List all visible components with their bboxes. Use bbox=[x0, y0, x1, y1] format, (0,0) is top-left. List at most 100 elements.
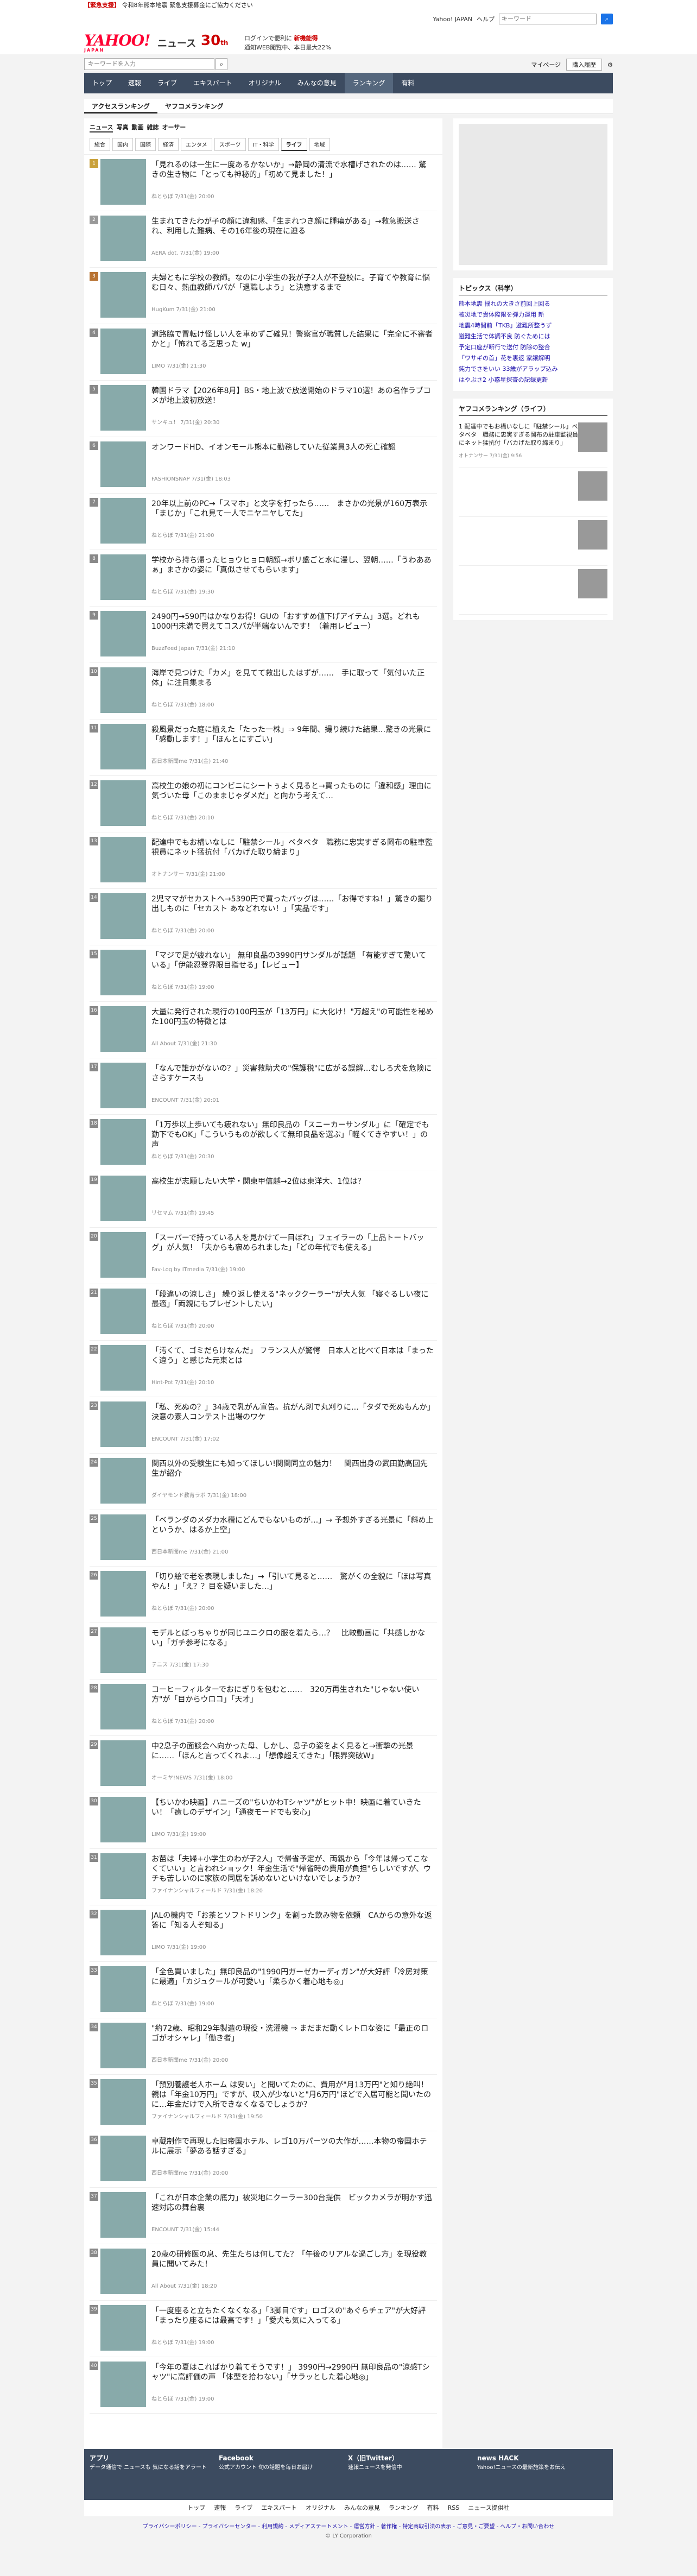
search-icon[interactable]: ⌕ bbox=[216, 58, 227, 70]
footer-nav-item[interactable]: エキスパート bbox=[261, 2500, 297, 2516]
nav-paid[interactable]: 有料 bbox=[393, 73, 422, 93]
footer-nav-item[interactable]: トップ bbox=[187, 2500, 205, 2516]
article-title[interactable]: 2490円→590円はかなりお得！GUの「おすすめ値下げアイテム」3選。どれも1… bbox=[151, 612, 434, 632]
ranking-item[interactable]: 21 「段違いの涼しさ」 繰り返し使える"ネッククーラー"が大人気 「寝ぐるしい夜… bbox=[90, 1284, 437, 1341]
article-title[interactable]: 韓国ドラマ【2026年8月】BS・地上波で放送開始のドラマ10選！あの名作ラブコ… bbox=[151, 386, 434, 406]
tab-category[interactable]: 経済 bbox=[158, 138, 179, 151]
article-title[interactable]: 「今年の夏はこればかり着てそうです！」 3990円→2990円 無印良品の"涼感… bbox=[151, 2363, 434, 2382]
ranking-item[interactable]: 4 道路脇で冒転け怪しい人を車めずご確見！警察官が職質した結果に「完全に不審者かと… bbox=[90, 324, 437, 381]
article-title[interactable]: 高校生が志願したい大学・関東甲信越→2位は東洋大、1位は？ bbox=[151, 1177, 434, 1186]
footer-nav-item[interactable]: ランキング bbox=[389, 2500, 419, 2516]
article-title[interactable]: 殺風景だった庭に植えた「たった一株」⇒ 9年間、撮り続けた結果…驚きの光景に「感… bbox=[151, 725, 434, 744]
article-title[interactable]: コーヒーフィルターでおにぎりを包むと…… 320万再生された"じゃない使い方"が… bbox=[151, 1685, 434, 1704]
emergency-alert[interactable]: 【緊急支援】 令和8年熊本地震 緊急支援募金にご協力ください bbox=[0, 0, 697, 11]
nav-live[interactable]: ライブ bbox=[149, 73, 185, 93]
ranking-item[interactable]: 30 【ちいかわ映画】ハニーズの"ちいかわTシャツ"がヒット中！映画に着ていきたい… bbox=[90, 1792, 437, 1849]
comment-ranking-item[interactable]: 1 配達中でもお構いなしに「駐禁シール」ベタベタ 職務に忠実すぎる岡布の駐車監視… bbox=[459, 419, 607, 468]
tab-category[interactable]: IT・科学 bbox=[248, 138, 279, 151]
header-search-input[interactable] bbox=[499, 14, 597, 24]
tab-comment-ranking[interactable]: ヤフコメランキング bbox=[157, 99, 231, 113]
tab-category-life[interactable]: ライフ bbox=[281, 138, 307, 151]
ranking-item[interactable]: 37 「これが日本企業の底力」被災地にクーラー300台提供 ビックカメラが明かす迅… bbox=[90, 2188, 437, 2244]
topic-link[interactable]: 被災地で貴体際限を弾力運用 新 bbox=[459, 310, 607, 320]
footer-x-link[interactable]: X（旧Twitter） 速報ニュースを発信中 bbox=[348, 2454, 467, 2495]
tab-magazine[interactable]: 雑誌 bbox=[147, 123, 159, 132]
tab-author[interactable]: オーサー bbox=[162, 123, 186, 132]
nav-opinion[interactable]: みんなの意見 bbox=[289, 73, 345, 93]
topic-link[interactable]: 予定口座が断行で送付 防除の整合 bbox=[459, 342, 607, 353]
article-title[interactable]: 「預別養護老人ホーム は安い」と聞いてたのに、費用が"月13万円"と知り絶叫！親… bbox=[151, 2080, 434, 2110]
tab-category[interactable]: 国内 bbox=[112, 138, 133, 151]
news-search-input[interactable] bbox=[84, 58, 214, 70]
article-title[interactable]: 「スーパーで持っている人を見かけて一目ぼれ」フェイラーの「上品トートバッグ」が人… bbox=[151, 1233, 434, 1253]
ranking-item[interactable]: 36 卓蔵制作で再現した旧帝国ホテル、レゴ10万パーツの大作が……本物の帝国ホテル… bbox=[90, 2131, 437, 2188]
article-title[interactable]: 配達中でもお構いなしに「駐禁シール」ベタベタ 職務に忠実すぎる岡布の駐車監視員に… bbox=[151, 838, 434, 857]
ranking-item[interactable]: 27 モデルとぼっちゃりが同じユニクロの服を着たら…？ 比較動画に「共感しかない」… bbox=[90, 1623, 437, 1680]
article-title[interactable]: 20歳の研修医の息、先生たちは何してた？「午後のリアルな過ごし方」を現役教員に聞… bbox=[151, 2250, 434, 2269]
ranking-item[interactable]: 5 韓国ドラマ【2026年8月】BS・地上波で放送開始のドラマ10選！あの名作ラブ… bbox=[90, 381, 437, 437]
nav-ranking[interactable]: ランキング bbox=[344, 73, 394, 93]
ranking-item[interactable]: 13 配達中でもお構いなしに「駐禁シール」ベタベタ 職務に忠実すぎる岡布の駐車監視… bbox=[90, 832, 437, 889]
comment-ranking-item[interactable] bbox=[459, 468, 607, 517]
footer-newshack-link[interactable]: news HACK Yahoo!ニュースの最新施策をお伝え bbox=[477, 2454, 597, 2495]
ranking-item[interactable]: 11 殺風景だった庭に植えた「たった一株」⇒ 9年間、撮り続けた結果…驚きの光景に… bbox=[90, 719, 437, 776]
article-title[interactable]: 関西以外の受験生にも知ってほしい!関関同立の魅力！ 関西出身の武田勤高回先生が紹… bbox=[151, 1459, 434, 1479]
article-title[interactable]: 「これが日本企業の底力」被災地にクーラー300台提供 ビックカメラが明かす迅速対… bbox=[151, 2193, 434, 2213]
ranking-item[interactable]: 3 夫婦ともに学校の教師。なのに小学生の我が子2人が不登校に。子育てや教育に悩む日… bbox=[90, 268, 437, 324]
ranking-item[interactable]: 39 「一度座ると立ちたくなくなる」「3脚目です」ロゴスの"あぐらチェア"が大好評… bbox=[90, 2301, 437, 2357]
footer-nav-item[interactable]: RSS bbox=[448, 2500, 460, 2516]
purchase-history-button[interactable]: 購入履歴 bbox=[566, 59, 603, 71]
search-icon[interactable]: ⌕ bbox=[601, 14, 613, 24]
ranking-item[interactable]: 14 2児ママがセカストへ→5390円で買ったバッグは……「お得ですね！」驚きの掘… bbox=[90, 889, 437, 945]
ranking-item[interactable]: 32 JALの機内で「お茶とソフトドリンク」を割った飲み物を依頼 CAからの意外な… bbox=[90, 1905, 437, 1962]
article-title[interactable]: 道路脇で冒転け怪しい人を車めずご確見！警察官が職質した結果に「完全に不審者かと」… bbox=[151, 330, 434, 349]
tab-photo[interactable]: 写真 bbox=[116, 123, 128, 132]
ranking-item[interactable]: 38 20歳の研修医の息、先生たちは何してた？「午後のリアルな過ごし方」を現役教員… bbox=[90, 2244, 437, 2301]
article-title[interactable]: 「汚くて、ゴミだらけなんだ」 フランス人が驚愕 日本人と比べて日本は「まったく違… bbox=[151, 1346, 434, 1366]
footer-nav-item[interactable]: オリジナル bbox=[306, 2500, 335, 2516]
article-title[interactable]: モデルとぼっちゃりが同じユニクロの服を着たら…？ 比較動画に「共感しかない」「ガ… bbox=[151, 1628, 434, 1648]
article-title[interactable]: 「1万歩以上歩いても疲れない」無印良品の「スニーカーサンダル」に「確定でも勤下で… bbox=[151, 1120, 434, 1150]
article-title[interactable]: 卓蔵制作で再現した旧帝国ホテル、レゴ10万パーツの大作が……本物の帝国ホテルに展… bbox=[151, 2137, 434, 2156]
footer-nav-item[interactable]: みんなの意見 bbox=[344, 2500, 380, 2516]
article-title[interactable]: 「ベランダのメダカ水槽にどんでもないものが…」→ 予想外すぎる光景に「斜め上とい… bbox=[151, 1516, 434, 1535]
footer-nav-item[interactable]: 速報 bbox=[214, 2500, 226, 2516]
article-title[interactable]: 「段違いの涼しさ」 繰り返し使える"ネッククーラー"が大人気 「寝ぐるしい夜に最… bbox=[151, 1290, 434, 1309]
article-title[interactable]: 「マジで足が疲れない」 無印良品の3990円サンダルが話題 「有能すぎて驚いてい… bbox=[151, 951, 434, 970]
topic-link[interactable]: 地震4時間前「TKB」避難所整うず bbox=[459, 320, 607, 331]
article-title[interactable]: 海岸で見つけた「カメ」を見てて救出したはずが…… 手に取って「気付いた正体」に注… bbox=[151, 668, 434, 688]
article-title[interactable]: 「切り絵で⽼を表現しました」→「引いて見ると…… 驚がくの全貌に「ほは写真やん！… bbox=[151, 1572, 434, 1592]
ranking-item[interactable]: 25 「ベランダのメダカ水槽にどんでもないものが…」→ 予想外すぎる光景に「斜め上… bbox=[90, 1510, 437, 1567]
topic-link[interactable]: はやぶさ2 小惑星探査の記録更新 bbox=[459, 375, 607, 386]
ranking-item[interactable]: 15 「マジで足が疲れない」 無印良品の3990円サンダルが話題 「有能すぎて驚い… bbox=[90, 945, 437, 1002]
ranking-item[interactable]: 34 "約72歳、昭和29年製造の現役・洗濯機 ⇒ まだまだ動くレトロな姿に「最正… bbox=[90, 2018, 437, 2075]
tab-category[interactable]: 国際 bbox=[135, 138, 156, 151]
login-promo[interactable]: ログインで便利に 新機能得 通知WEB閲覧中、本日最大22% bbox=[244, 34, 331, 52]
ranking-item[interactable]: 24 関西以外の受験生にも知ってほしい!関関同立の魅力！ 関西出身の武田勤高回先生… bbox=[90, 1454, 437, 1510]
ranking-item[interactable]: 35 「預別養護老人ホーム は安い」と聞いてたのに、費用が"月13万円"と知り絶叫… bbox=[90, 2075, 437, 2131]
tab-category[interactable]: 地域 bbox=[309, 138, 330, 151]
ranking-item[interactable]: 28 コーヒーフィルターでおにぎりを包むと…… 320万再生された"じゃない使い方… bbox=[90, 1680, 437, 1736]
nav-original[interactable]: オリジナル bbox=[240, 73, 289, 93]
nav-top[interactable]: トップ bbox=[84, 73, 120, 93]
tab-access-ranking[interactable]: アクセスランキング bbox=[84, 99, 158, 113]
comment-ranking-item[interactable] bbox=[459, 566, 607, 615]
article-title[interactable]: 中2息子の面談会へ向かった母、しかし、息子の姿をよく見ると→衝撃の光景に……「ほ… bbox=[151, 1741, 434, 1761]
ranking-item[interactable]: 26 「切り絵で⽼を表現しました」→「引いて見ると…… 驚がくの全貌に「ほは写真や… bbox=[90, 1567, 437, 1623]
article-title[interactable]: 「私、死ぬの？」34歳で乳がん宣告。抗がん剤で丸刈りに…「タダで死ぬもんか」決意… bbox=[151, 1403, 434, 1422]
article-title[interactable]: 「一度座ると立ちたくなくなる」「3脚目です」ロゴスの"あぐらチェア"が大好評「ま… bbox=[151, 2306, 434, 2326]
ranking-item[interactable]: 31 お苗は「夫婦+小学生のわが子2人」で帰省予定が、両親から「今年は帰ってこなく… bbox=[90, 1849, 437, 1905]
article-title[interactable]: 2児ママがセカストへ→5390円で買ったバッグは……「お得ですね！」驚きの掘り出… bbox=[151, 894, 434, 914]
mypage-link[interactable]: マイページ bbox=[531, 60, 561, 69]
ranking-item[interactable]: 6 オンワードHD、イオンモール熊本に勤務していた従業員3人の死亡確認 FASHIO… bbox=[90, 437, 437, 494]
footer-nav-item[interactable]: ライブ bbox=[235, 2500, 252, 2516]
tab-news[interactable]: ニュース bbox=[90, 123, 113, 132]
topic-link[interactable]: 「ワサギの首」花を裏返 家譲解明 bbox=[459, 353, 607, 364]
tab-category[interactable]: エンタメ bbox=[181, 138, 212, 151]
article-title[interactable]: 【ちいかわ映画】ハニーズの"ちいかわTシャツ"がヒット中！映画に着ていきたい！「… bbox=[151, 1798, 434, 1817]
ranking-item[interactable]: 16 大量に発行された現行の100円玉が「13万円」に大化け！"万超え"の可能性を… bbox=[90, 1002, 437, 1058]
article-title[interactable]: 夫婦ともに学校の教師。なのに小学生の我が子2人が不登校に。子育てや教育に悩む日々… bbox=[151, 273, 434, 293]
gear-icon[interactable]: ⚙ bbox=[607, 61, 613, 68]
ranking-item[interactable]: 22 「汚くて、ゴミだらけなんだ」 フランス人が驚愕 日本人と比べて日本は「まった… bbox=[90, 1341, 437, 1397]
ranking-item[interactable]: 12 高校生の娘の初にコンビニにシートぅよく見ると→買ったものに「違和感」理由に気… bbox=[90, 776, 437, 832]
